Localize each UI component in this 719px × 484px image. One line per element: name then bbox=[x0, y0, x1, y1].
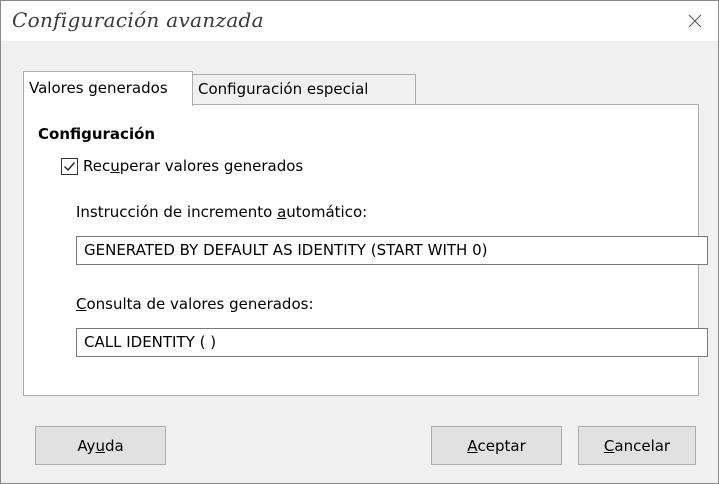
retrieve-generated-values-label: Recuperar valores generados bbox=[83, 157, 304, 175]
generated-values-query-label: Consulta de valores generados: bbox=[76, 295, 314, 313]
tab-panel: Configuración Recuperar valores generado… bbox=[23, 104, 708, 396]
dialog-window: Configuración avanzada Valores generados… bbox=[0, 0, 719, 484]
checkmark-icon bbox=[64, 161, 76, 171]
retrieve-generated-values-checkbox[interactable] bbox=[61, 157, 78, 175]
window-title: Configuración avanzada bbox=[12, 8, 264, 32]
tab-configuracion-especial[interactable]: Configuración especial bbox=[192, 74, 416, 105]
ok-button[interactable]: Aceptar bbox=[431, 426, 562, 465]
generated-values-query-input[interactable]: CALL IDENTITY ( ) bbox=[76, 328, 708, 357]
tab-valores-generados[interactable]: Valores generados bbox=[23, 71, 193, 106]
title-bar: Configuración avanzada bbox=[1, 1, 718, 41]
help-button[interactable]: Ay u da bbox=[35, 426, 166, 465]
cancel-button[interactable]: Cancelar bbox=[578, 426, 696, 465]
autoincrement-label: Instrucción de incremento automático: bbox=[76, 203, 368, 221]
close-icon bbox=[688, 14, 702, 28]
retrieve-generated-values-row[interactable]: Recuperar valores generados bbox=[61, 157, 303, 175]
close-button[interactable] bbox=[672, 1, 718, 41]
section-title: Configuración bbox=[38, 125, 156, 143]
autoincrement-input[interactable]: GENERATED BY DEFAULT AS IDENTITY (START … bbox=[76, 236, 708, 265]
